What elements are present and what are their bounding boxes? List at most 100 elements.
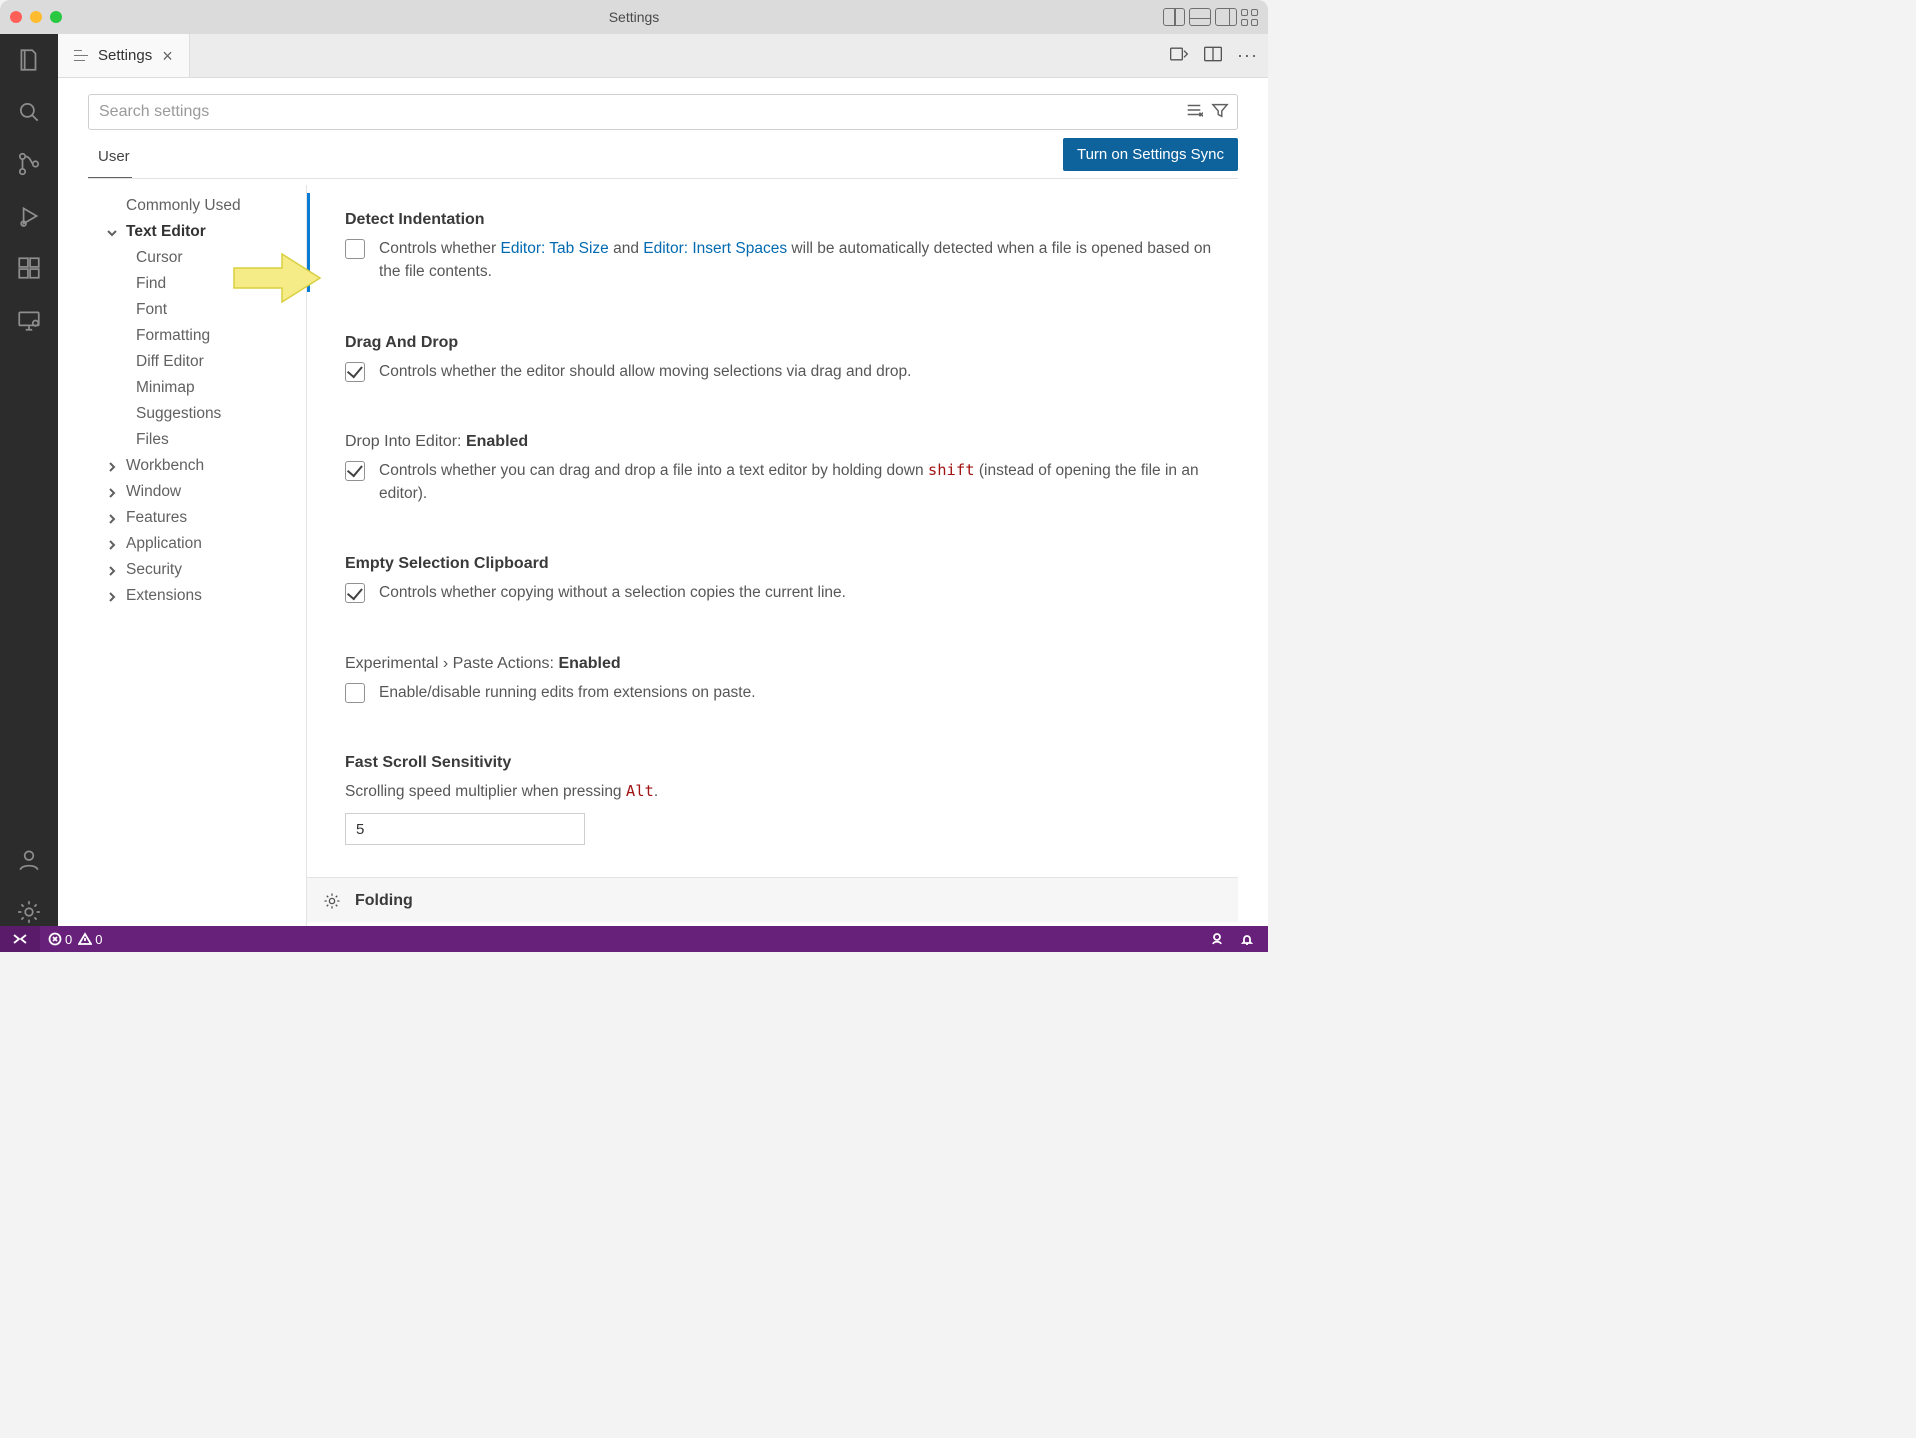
settings-sync-button[interactable]: Turn on Settings Sync	[1063, 138, 1238, 171]
run-debug-icon[interactable]	[15, 202, 43, 230]
tree-suggestions[interactable]: Suggestions	[88, 401, 305, 427]
tab-label: Settings	[98, 47, 152, 64]
editor-area: Settings × ···	[58, 34, 1268, 926]
setting-description: Scrolling speed multiplier when pressing…	[345, 780, 1216, 803]
settings-tree[interactable]: Commonly Used Text Editor Cursor Find Fo…	[88, 185, 306, 926]
window-traffic-lights[interactable]	[10, 11, 62, 23]
tree-minimap[interactable]: Minimap	[88, 375, 305, 401]
setting-paste-actions: Experimental › Paste Actions: Enabled En…	[307, 637, 1238, 712]
setting-detect-indentation: Detect Indentation Controls whether Edit…	[307, 193, 1238, 292]
search-icon[interactable]	[15, 98, 43, 126]
checkbox-empty-selection[interactable]	[345, 583, 365, 603]
window-maximize-icon[interactable]	[50, 11, 62, 23]
split-editor-icon[interactable]	[1203, 45, 1223, 63]
setting-title: Drop Into Editor: Enabled	[345, 433, 1216, 451]
activity-bar	[0, 34, 58, 926]
status-errors[interactable]: 0	[48, 932, 72, 947]
checkbox-drop-into-editor[interactable]	[345, 461, 365, 481]
setting-title: Experimental › Paste Actions: Enabled	[345, 655, 1216, 673]
setting-drop-into-editor: Drop Into Editor: Enabled Controls wheth…	[307, 415, 1238, 514]
accounts-icon[interactable]	[15, 846, 43, 874]
tree-extensions[interactable]: Extensions	[88, 583, 305, 609]
tree-commonly-used[interactable]: Commonly Used	[88, 193, 305, 219]
setting-description: Controls whether Editor: Tab Size and Ed…	[379, 237, 1216, 284]
setting-description: Controls whether you can drag and drop a…	[379, 459, 1216, 506]
chevron-down-icon	[106, 226, 118, 238]
window-minimize-icon[interactable]	[30, 11, 42, 23]
tab-settings[interactable]: Settings ×	[58, 34, 190, 77]
tree-files[interactable]: Files	[88, 427, 305, 453]
status-bar: 0 0	[0, 926, 1268, 952]
notifications-icon[interactable]	[1240, 932, 1254, 946]
clear-search-icon[interactable]	[1185, 101, 1203, 124]
link-editor-tab-size[interactable]: Editor: Tab Size	[500, 240, 608, 257]
chevron-right-icon	[106, 564, 118, 576]
setting-title: Empty Selection Clipboard	[345, 555, 1216, 573]
setting-fast-scroll-sensitivity: Fast Scroll Sensitivity Scrolling speed …	[307, 736, 1238, 853]
filter-icon[interactable]	[1211, 101, 1229, 124]
gear-icon[interactable]	[323, 892, 341, 915]
settings-scope-row: User Turn on Settings Sync	[88, 136, 1238, 179]
tree-font[interactable]: Font	[88, 297, 305, 323]
link-editor-insert-spaces[interactable]: Editor: Insert Spaces	[643, 240, 787, 257]
tree-security[interactable]: Security	[88, 557, 305, 583]
remote-explorer-icon[interactable]	[15, 306, 43, 334]
tab-bar: Settings × ···	[58, 34, 1268, 78]
tree-find[interactable]: Find	[88, 271, 305, 297]
window-close-icon[interactable]	[10, 11, 22, 23]
source-control-icon[interactable]	[15, 150, 43, 178]
checkbox-drag-and-drop[interactable]	[345, 362, 365, 382]
titlebar-actions	[1163, 8, 1258, 26]
settings-editor: User Turn on Settings Sync Commonly Used…	[58, 78, 1268, 926]
tree-formatting[interactable]: Formatting	[88, 323, 305, 349]
setting-description: Controls whether copying without a selec…	[379, 581, 846, 604]
chevron-right-icon	[106, 512, 118, 524]
tree-text-editor[interactable]: Text Editor	[88, 219, 305, 245]
input-fast-scroll-sensitivity[interactable]	[345, 813, 585, 845]
remote-indicator-icon[interactable]	[0, 926, 40, 952]
settings-gear-icon[interactable]	[15, 898, 43, 926]
tree-features[interactable]: Features	[88, 505, 305, 531]
chevron-right-icon	[106, 590, 118, 602]
setting-folding: Folding	[307, 877, 1238, 922]
close-tab-icon[interactable]: ×	[162, 47, 173, 65]
extensions-icon[interactable]	[15, 254, 43, 282]
tree-workbench[interactable]: Workbench	[88, 453, 305, 479]
layout-bottom-icon[interactable]	[1189, 8, 1211, 26]
more-actions-icon[interactable]: ···	[1237, 45, 1258, 66]
setting-title: Detect Indentation	[345, 211, 1216, 229]
checkbox-detect-indentation[interactable]	[345, 239, 365, 259]
setting-title: Drag And Drop	[345, 334, 1216, 352]
settings-tab-icon	[74, 50, 88, 62]
scope-tab-user[interactable]: User	[88, 136, 132, 178]
customize-layout-icon[interactable]	[1241, 9, 1258, 26]
tree-cursor[interactable]: Cursor	[88, 245, 305, 271]
chevron-right-icon	[106, 460, 118, 472]
tree-window[interactable]: Window	[88, 479, 305, 505]
settings-search-input[interactable]	[99, 103, 1185, 121]
settings-panel[interactable]: Detect Indentation Controls whether Edit…	[306, 185, 1238, 926]
app-body: Settings × ···	[0, 34, 1268, 926]
titlebar: Settings	[0, 0, 1268, 34]
setting-title: Folding	[355, 892, 1216, 910]
setting-empty-selection-clipboard: Empty Selection Clipboard Controls wheth…	[307, 537, 1238, 612]
checkbox-paste-actions[interactable]	[345, 683, 365, 703]
tree-application[interactable]: Application	[88, 531, 305, 557]
setting-description: Controls whether the editor should allow…	[379, 360, 911, 383]
chevron-right-icon	[106, 486, 118, 498]
setting-description: Enable/disable running edits from extens…	[379, 681, 756, 704]
settings-search-box[interactable]	[88, 94, 1238, 130]
settings-body: Commonly Used Text Editor Cursor Find Fo…	[88, 185, 1238, 926]
chevron-right-icon	[106, 538, 118, 550]
open-settings-json-icon[interactable]	[1169, 45, 1189, 63]
layout-left-icon[interactable]	[1163, 8, 1185, 26]
setting-drag-and-drop: Drag And Drop Controls whether the edito…	[307, 316, 1238, 391]
status-warnings[interactable]: 0	[78, 932, 102, 947]
feedback-icon[interactable]	[1210, 932, 1224, 946]
explorer-icon[interactable]	[15, 46, 43, 74]
tree-diff-editor[interactable]: Diff Editor	[88, 349, 305, 375]
layout-right-icon[interactable]	[1215, 8, 1237, 26]
setting-title: Fast Scroll Sensitivity	[345, 754, 1216, 772]
editor-actions: ···	[1169, 45, 1258, 66]
window-title: Settings	[609, 9, 660, 25]
